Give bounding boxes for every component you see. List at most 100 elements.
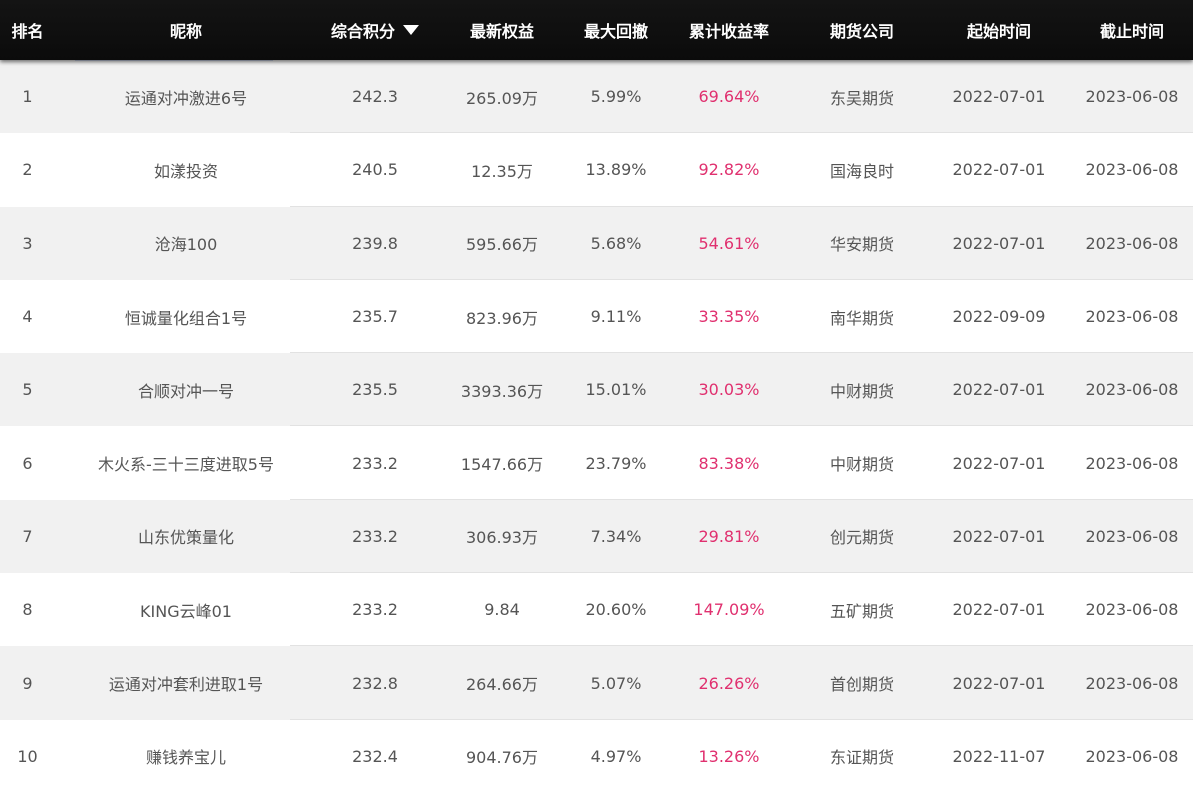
nickname-link[interactable]: KING云峰01 <box>55 573 317 646</box>
header-company: 期货公司 <box>829 22 894 41</box>
start-date-cell: 2022-11-07 <box>952 746 1046 766</box>
drawdown-cell: 23.79% <box>585 453 647 473</box>
equity-cell: 595.66万 <box>466 235 538 255</box>
return-rate-cell: 13.26% <box>698 746 760 766</box>
nickname-link[interactable]: 赚钱养宝儿 <box>55 720 317 792</box>
rank-cell: 9 <box>22 673 33 693</box>
nickname-text: 运通对冲套利进取1号 <box>108 675 264 695</box>
end-date-cell: 2023-06-08 <box>1085 380 1179 400</box>
table-row: 8 KING云峰01 233.2 9.84 20.60% 147.09% 五矿期货 2022-… <box>0 573 1193 647</box>
start-date-cell: 2022-07-01 <box>952 160 1046 180</box>
table-row: 2 如漾投资 240.5 12.35万 13.89% 92.82% 国海良时 2022-07-… <box>0 133 1193 207</box>
nickname-text: 沧海100 <box>154 235 218 255</box>
rank-cell: 8 <box>22 600 33 620</box>
score-cell: 233.2 <box>352 600 398 620</box>
nickname-text: 如漾投资 <box>153 161 218 181</box>
drawdown-cell: 5.99% <box>590 87 642 107</box>
rank-cell: 1 <box>22 87 33 107</box>
end-date-cell: 2023-06-08 <box>1085 87 1179 107</box>
score-cell: 235.7 <box>352 307 398 327</box>
header-max-drawdown: 最大回撤 <box>583 22 648 41</box>
company-cell: 华安期货 <box>829 235 894 255</box>
end-date-cell: 2023-06-08 <box>1085 453 1179 473</box>
rank-cell: 10 <box>17 746 38 766</box>
header-rank: 排名 <box>11 22 44 41</box>
company-cell: 国海良时 <box>829 161 894 181</box>
return-rate-cell: 29.81% <box>698 526 760 546</box>
header-score-label: 综合积分 <box>330 22 395 41</box>
nickname-link[interactable]: 如漾投资 <box>55 133 317 206</box>
rank-cell: 5 <box>22 380 33 400</box>
start-date-cell: 2022-07-01 <box>952 526 1046 546</box>
nickname-link[interactable]: 运通对冲激进6号 <box>55 60 317 133</box>
equity-cell: 1547.66万 <box>460 455 544 475</box>
return-rate-cell: 69.64% <box>698 87 760 107</box>
rank-cell: 2 <box>22 160 33 180</box>
rank-cell: 3 <box>22 233 33 253</box>
nickname-link[interactable]: 沧海100 <box>55 207 317 280</box>
header-nickname: 昵称 <box>169 22 202 41</box>
nickname-text: 木火系-三十三度进取5号 <box>98 455 274 475</box>
nickname-link[interactable]: 木火系-三十三度进取5号 <box>55 426 317 499</box>
return-rate-cell: 26.26% <box>698 673 760 693</box>
nickname-link[interactable]: 山东优策量化 <box>55 500 317 573</box>
header-equity: 最新权益 <box>469 22 534 41</box>
equity-cell: 823.96万 <box>466 308 538 328</box>
score-cell: 233.2 <box>352 526 398 546</box>
company-cell: 东证期货 <box>829 748 894 768</box>
drawdown-cell: 13.89% <box>585 160 647 180</box>
caret-down-icon[interactable] <box>403 25 419 35</box>
equity-cell: 9.84 <box>484 600 520 620</box>
company-cell: 中财期货 <box>829 455 894 475</box>
start-date-cell: 2022-07-01 <box>952 600 1046 620</box>
start-date-cell: 2022-07-01 <box>952 380 1046 400</box>
nickname-link[interactable]: 恒诚量化组合1号 <box>55 280 317 353</box>
end-date-cell: 2023-06-08 <box>1085 160 1179 180</box>
header-score-sort[interactable]: 综合积分 <box>317 0 433 60</box>
equity-cell: 904.76万 <box>466 748 538 768</box>
nickname-link[interactable]: 合顺对冲一号 <box>55 353 317 426</box>
table-body: 1 运通对冲激进6号 242.3 265.09万 5.99% 69.64% 东吴期货 2022… <box>0 60 1193 792</box>
drawdown-cell: 15.01% <box>585 380 647 400</box>
nickname-link[interactable]: 运通对冲套利进取1号 <box>55 646 317 719</box>
start-date-cell: 2022-07-01 <box>952 87 1046 107</box>
drawdown-cell: 20.60% <box>585 600 647 620</box>
start-date-cell: 2022-07-01 <box>952 453 1046 473</box>
start-date-cell: 2022-07-01 <box>952 673 1046 693</box>
table-row: 9 运通对冲套利进取1号 232.8 264.66万 5.07% 26.26% 首创期货 20… <box>0 646 1193 720</box>
company-cell: 五矿期货 <box>829 601 894 621</box>
table-row: 5 合顺对冲一号 235.5 3393.36万 15.01% 30.03% 中财期货 2022… <box>0 353 1193 427</box>
table-row: 7 山东优策量化 233.2 306.93万 7.34% 29.81% 创元期货 2022-0… <box>0 499 1193 574</box>
drawdown-cell: 5.07% <box>590 673 642 693</box>
return-rate-cell: 147.09% <box>693 600 765 620</box>
drawdown-cell: 9.11% <box>590 307 642 327</box>
return-rate-cell: 92.82% <box>698 160 760 180</box>
equity-cell: 306.93万 <box>466 528 538 548</box>
return-rate-cell: 30.03% <box>698 380 760 400</box>
nickname-text: 赚钱养宝儿 <box>145 748 226 768</box>
start-date-cell: 2022-07-01 <box>952 233 1046 253</box>
nickname-text: 恒诚量化组合1号 <box>124 308 248 328</box>
rank-cell: 4 <box>22 307 33 327</box>
equity-cell: 12.35万 <box>471 161 533 181</box>
end-date-cell: 2023-06-08 <box>1085 526 1179 546</box>
ranking-table: 排名 昵称 综合积分 最新权益 最大回撤 累计收益率 期货公司 起始时间 截止时… <box>0 0 1193 792</box>
score-cell: 232.8 <box>352 673 398 693</box>
score-cell: 239.8 <box>352 233 398 253</box>
score-cell: 240.5 <box>352 160 398 180</box>
header-start-date: 起始时间 <box>966 22 1031 41</box>
start-date-cell: 2022-09-09 <box>952 307 1046 327</box>
table-row: 4 恒诚量化组合1号 235.7 823.96万 9.11% 33.35% 南华期货 2022… <box>0 279 1193 354</box>
equity-cell: 265.09万 <box>466 88 538 108</box>
end-date-cell: 2023-06-08 <box>1085 307 1179 327</box>
company-cell: 南华期货 <box>829 308 894 328</box>
company-cell: 首创期货 <box>829 675 894 695</box>
end-date-cell: 2023-06-08 <box>1085 233 1179 253</box>
drawdown-cell: 5.68% <box>590 233 642 253</box>
return-rate-cell: 54.61% <box>698 233 760 253</box>
return-rate-cell: 33.35% <box>698 307 760 327</box>
score-cell: 242.3 <box>352 87 398 107</box>
header-cum-return: 累计收益率 <box>688 22 769 41</box>
score-cell: 235.5 <box>352 380 398 400</box>
table-row: 3 沧海100 239.8 595.66万 5.68% 54.61% 华安期货 2022-07… <box>0 206 1193 281</box>
